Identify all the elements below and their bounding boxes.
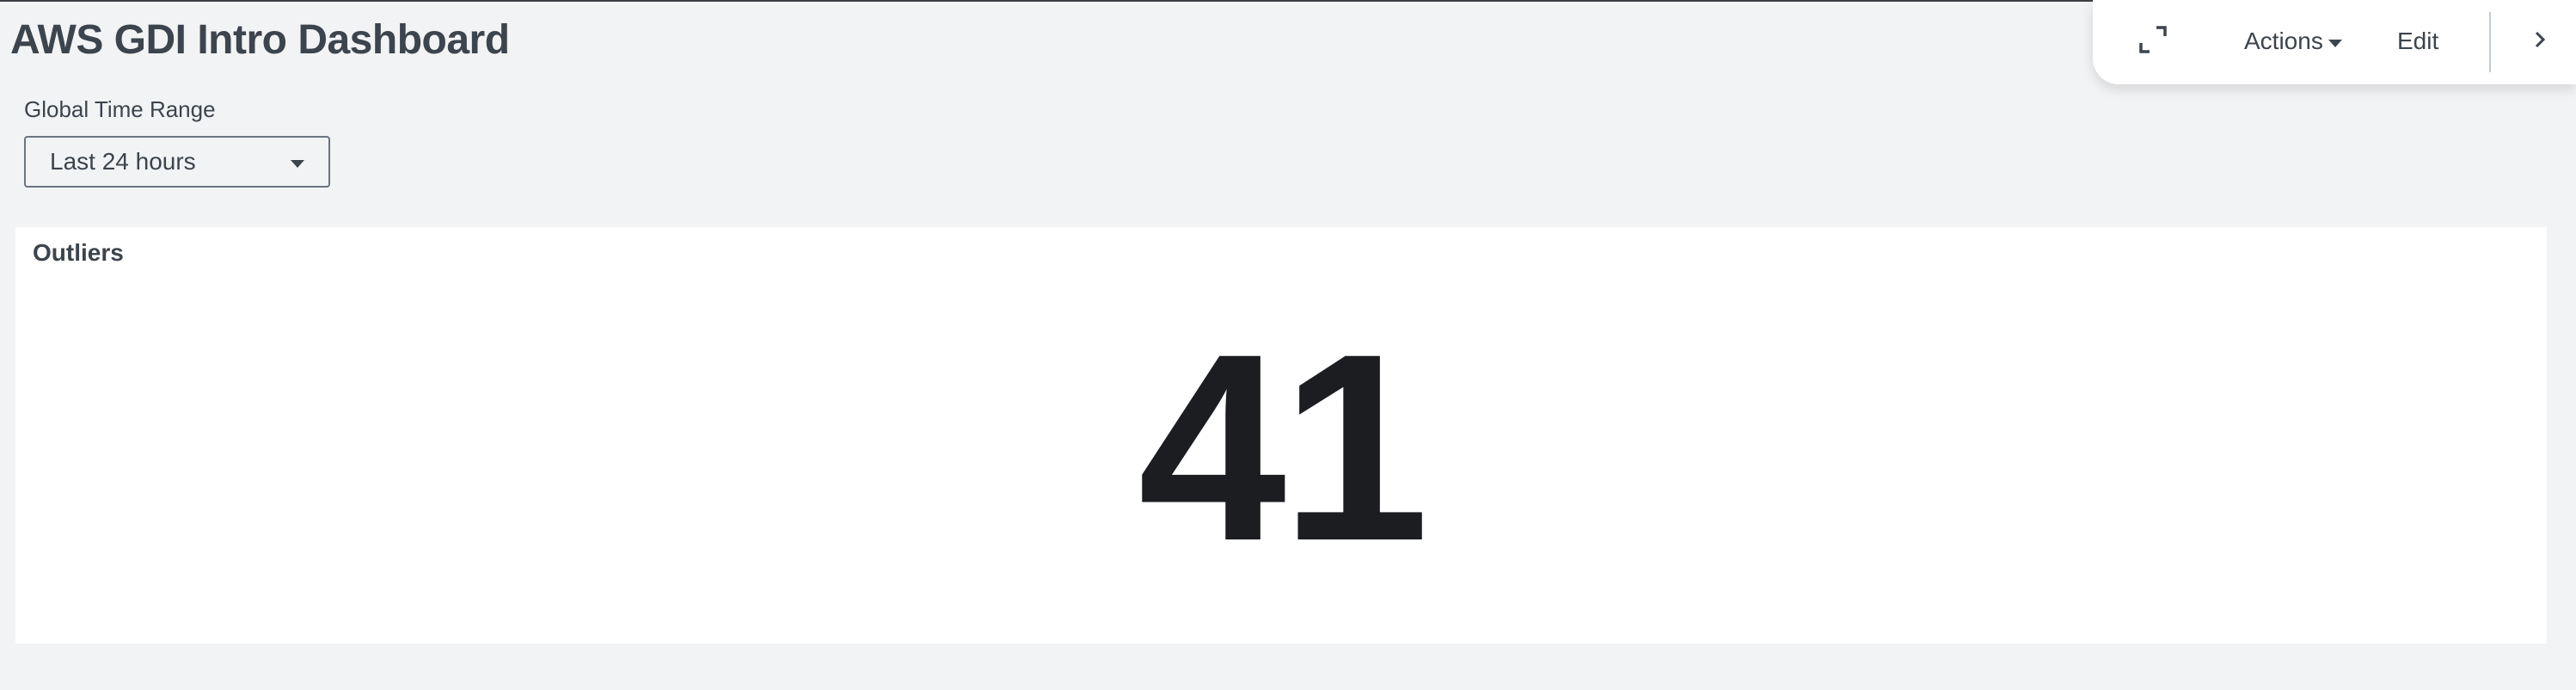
- fullscreen-button[interactable]: [2136, 24, 2170, 59]
- outliers-panel: Outliers 41: [15, 227, 2547, 644]
- actions-menu-button[interactable]: Actions: [2244, 24, 2342, 59]
- time-range-label: Global Time Range: [24, 96, 216, 122]
- page-title: AWS GDI Intro Dashboard: [10, 17, 510, 63]
- caret-down-icon: [2328, 39, 2342, 47]
- panel-title: Outliers: [33, 239, 124, 266]
- collapse-toolbar-button[interactable]: [2524, 26, 2555, 57]
- single-value: 41: [1138, 298, 1430, 596]
- time-range-dropdown[interactable]: Last 24 hours: [24, 136, 330, 188]
- caret-down-icon: [291, 160, 304, 168]
- dashboard-toolbar: Actions Edit: [2093, 0, 2576, 84]
- chevron-right-icon: [2530, 28, 2550, 56]
- time-range-value: Last 24 hours: [50, 148, 196, 175]
- actions-label: Actions: [2244, 28, 2323, 54]
- edit-button[interactable]: Edit: [2397, 24, 2438, 59]
- toolbar-divider: [2489, 12, 2491, 72]
- fullscreen-icon: [2137, 24, 2168, 59]
